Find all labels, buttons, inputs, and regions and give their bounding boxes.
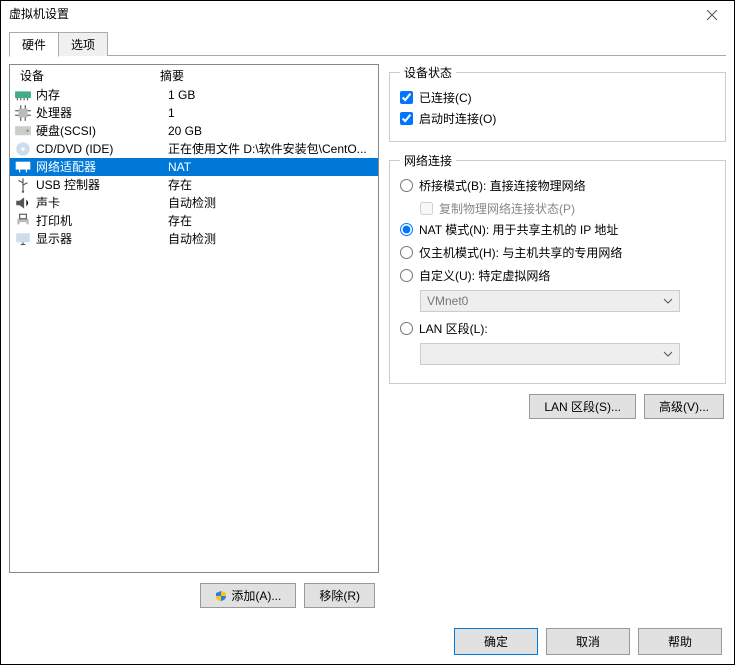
remove-label: 移除(R) <box>319 587 360 604</box>
disk-icon <box>14 123 32 139</box>
memory-icon <box>14 87 32 103</box>
item-summary: 正在使用文件 D:\软件安装包\CentO... <box>168 141 378 157</box>
vmnet-combo: VMnet0 <box>420 290 680 312</box>
item-summary: 20 GB <box>168 123 378 139</box>
hardware-panel: 设备 摘要 内存 1 GB 处理器 1 硬盘(SCSI) 20 GB CD/DV… <box>9 64 379 618</box>
network-legend: 网络连接 <box>400 152 456 169</box>
connect-at-power-checkbox[interactable]: 启动时连接(O) <box>400 110 715 127</box>
dialog-footer: 确定 取消 帮助 <box>1 618 734 664</box>
display-icon <box>14 231 32 247</box>
add-button[interactable]: 添加(A)... <box>200 583 296 608</box>
list-header: 设备 摘要 <box>10 65 378 86</box>
close-icon <box>707 10 717 20</box>
ok-button[interactable]: 确定 <box>454 628 538 655</box>
advanced-button[interactable]: 高级(V)... <box>644 394 724 419</box>
cancel-button[interactable]: 取消 <box>546 628 630 655</box>
item-summary: NAT <box>168 159 378 175</box>
device-list[interactable]: 设备 摘要 内存 1 GB 处理器 1 硬盘(SCSI) 20 GB CD/DV… <box>9 64 379 573</box>
item-name: 声卡 <box>36 195 168 211</box>
item-summary: 自动检测 <box>168 231 378 247</box>
item-summary: 存在 <box>168 213 378 229</box>
replicate-checkbox: 复制物理网络连接状态(P) <box>420 200 715 217</box>
connected-checkbox[interactable]: 已连接(C) <box>400 89 715 106</box>
item-summary: 存在 <box>168 177 378 193</box>
device-status-legend: 设备状态 <box>400 64 456 81</box>
lansegment-combo <box>420 343 680 365</box>
item-name: USB 控制器 <box>36 177 168 193</box>
remove-button[interactable]: 移除(R) <box>304 583 375 608</box>
item-summary: 1 GB <box>168 87 378 103</box>
shield-icon <box>215 590 227 602</box>
printer-icon <box>14 213 32 229</box>
list-item[interactable]: 网络适配器 NAT <box>10 158 378 176</box>
header-device: 设备 <box>20 67 160 84</box>
item-name: 处理器 <box>36 105 168 121</box>
cpu-icon <box>14 105 32 121</box>
item-name: CD/DVD (IDE) <box>36 141 168 157</box>
list-item[interactable]: 内存 1 GB <box>10 86 378 104</box>
network-icon <box>14 159 32 175</box>
custom-radio[interactable]: 自定义(U): 特定虚拟网络 <box>400 267 715 284</box>
help-button[interactable]: 帮助 <box>638 628 722 655</box>
nat-radio[interactable]: NAT 模式(N): 用于共享主机的 IP 地址 <box>400 221 715 238</box>
hostonly-radio[interactable]: 仅主机模式(H): 与主机共享的专用网络 <box>400 244 715 261</box>
list-item[interactable]: 显示器 自动检测 <box>10 230 378 248</box>
close-button[interactable] <box>690 1 734 28</box>
item-summary: 自动检测 <box>168 195 378 211</box>
device-status-group: 设备状态 已连接(C) 启动时连接(O) <box>389 64 726 142</box>
list-item[interactable]: CD/DVD (IDE) 正在使用文件 D:\软件安装包\CentO... <box>10 140 378 158</box>
titlebar: 虚拟机设置 <box>1 1 734 28</box>
lansegment-radio[interactable]: LAN 区段(L): <box>400 320 715 337</box>
tab-hardware[interactable]: 硬件 <box>9 32 59 57</box>
item-name: 打印机 <box>36 213 168 229</box>
tabstrip: 硬件 选项 <box>1 28 734 56</box>
bridged-radio[interactable]: 桥接模式(B): 直接连接物理网络 <box>400 177 715 194</box>
list-item[interactable]: 声卡 自动检测 <box>10 194 378 212</box>
lan-segments-button[interactable]: LAN 区段(S)... <box>529 394 636 419</box>
usb-icon <box>14 177 32 193</box>
item-summary: 1 <box>168 105 378 121</box>
item-name: 内存 <box>36 87 168 103</box>
cd-icon <box>14 141 32 157</box>
tab-options[interactable]: 选项 <box>59 32 108 56</box>
network-connection-group: 网络连接 桥接模式(B): 直接连接物理网络 复制物理网络连接状态(P) NAT… <box>389 152 726 384</box>
item-name: 硬盘(SCSI) <box>36 123 168 139</box>
chevron-down-icon <box>663 296 673 306</box>
list-item[interactable]: USB 控制器 存在 <box>10 176 378 194</box>
window-title: 虚拟机设置 <box>9 1 690 28</box>
vmnet-value: VMnet0 <box>427 294 468 308</box>
list-item[interactable]: 打印机 存在 <box>10 212 378 230</box>
chevron-down-icon <box>663 349 673 359</box>
list-item[interactable]: 处理器 1 <box>10 104 378 122</box>
item-name: 网络适配器 <box>36 159 168 175</box>
list-item[interactable]: 硬盘(SCSI) 20 GB <box>10 122 378 140</box>
add-label: 添加(A)... <box>231 587 281 604</box>
item-name: 显示器 <box>36 231 168 247</box>
header-summary: 摘要 <box>160 67 184 84</box>
sound-icon <box>14 195 32 211</box>
